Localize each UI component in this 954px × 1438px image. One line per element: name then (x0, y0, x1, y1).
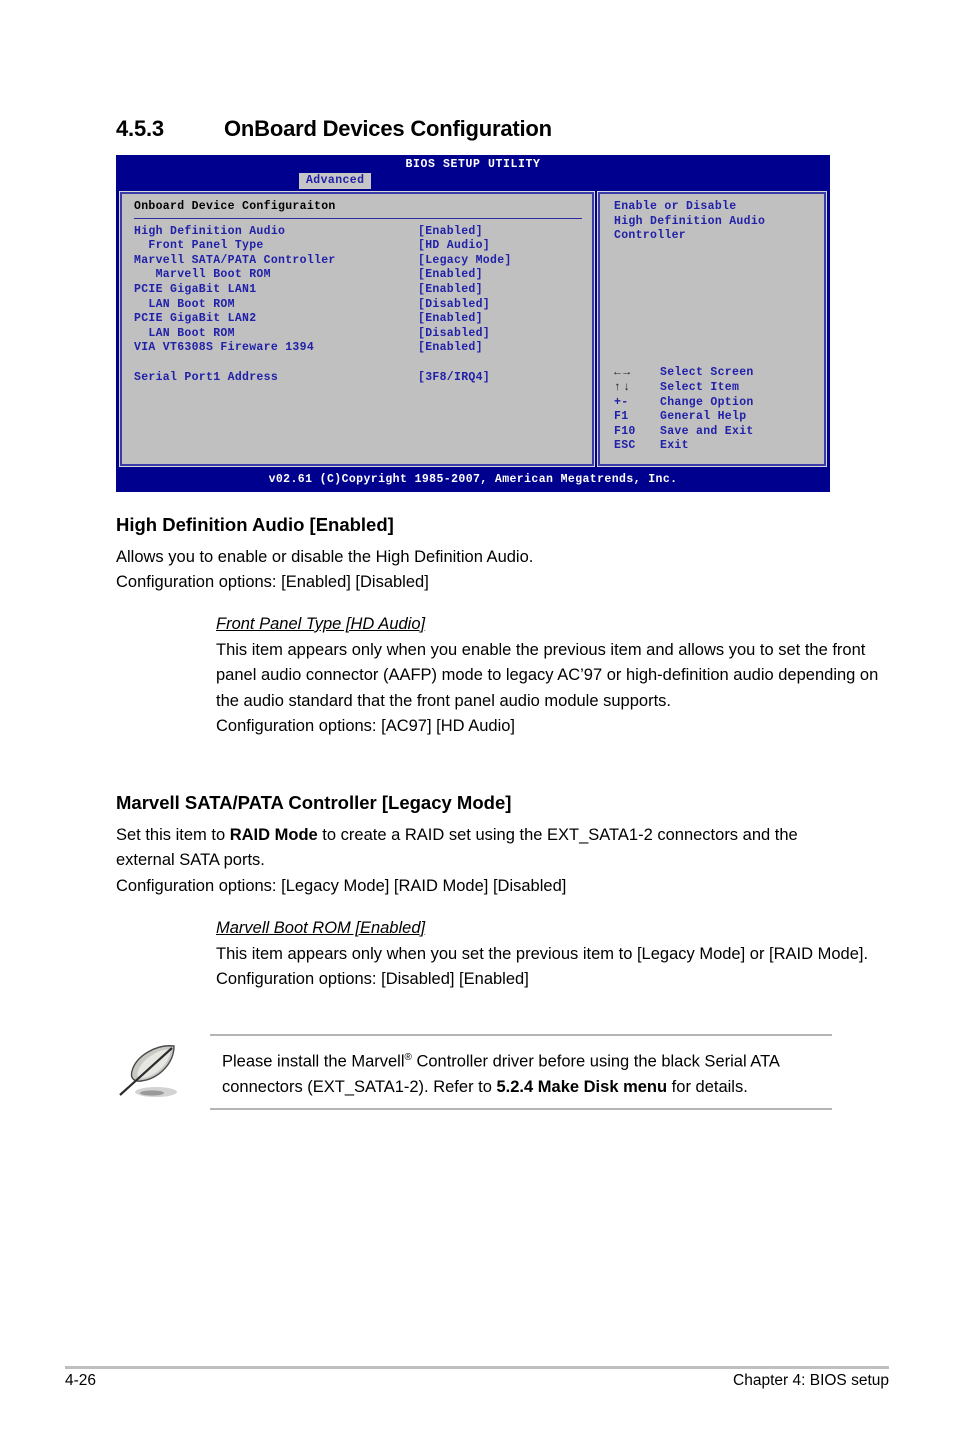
bios-option-label: Serial Port1 Address (134, 370, 279, 384)
bios-option-value: [Enabled] (418, 341, 483, 355)
bios-option-value: [Enabled] (418, 224, 483, 238)
bios-option-row[interactable]: LAN Boot ROM [Disabled] (134, 298, 582, 313)
bios-setup-screenshot: BIOS SETUP UTILITY Advanced Onboard Devi… (116, 155, 830, 492)
bios-option-row[interactable]: Serial Port1 Address [3F8/IRQ4] (134, 371, 582, 386)
marvell-config-options: Configuration options: [Legacy Mode] [RA… (116, 876, 567, 895)
bios-option-value: [3F8/IRQ4] (418, 370, 491, 384)
bios-titlebar: BIOS SETUP UTILITY (116, 155, 830, 173)
bios-option-label: LAN Boot ROM (134, 297, 235, 311)
page-number: 4-26 (65, 1372, 97, 1389)
legend-description: Select Screen (660, 366, 754, 380)
bios-option-row[interactable]: Front Panel Type [HD Audio] (134, 239, 582, 254)
bios-option-row[interactable]: VIA VT6308S Fireware 1394 [Enabled] (134, 341, 582, 356)
heading-marvell-boot-rom: Marvell Boot ROM [Enabled] (216, 919, 426, 937)
marvell-text-pre: Set this item to (116, 825, 230, 844)
legend-key-label: F1 (614, 410, 629, 424)
bios-option-row[interactable]: Marvell SATA/PATA Controller [Legacy Mode… (134, 254, 582, 269)
bios-help-panel: Enable or Disable High Definition Audio … (597, 191, 827, 467)
tab-advanced[interactable]: Advanced (299, 173, 372, 191)
bios-key-legend: ← → Select Screen ↑ ↓ Select Item +- Change Opt… (614, 366, 754, 454)
bios-option-row[interactable]: PCIE GigaBit LAN1 [Enabled] (134, 283, 582, 298)
bios-body: Onboard Device Configuraiton High Defini… (116, 189, 830, 469)
legend-description: Select Item (660, 381, 740, 395)
section-title: OnBoard Devices Configuration (224, 116, 552, 141)
section-marvell-boot-rom: Marvell Boot ROM [Enabled] This item app… (216, 916, 882, 993)
bios-option-row[interactable]: High Definition Audio [Enabled] (134, 225, 582, 240)
bios-options-panel: Onboard Device Configuraiton High Defini… (119, 191, 595, 467)
front-panel-config-options: Configuration options: [AC97] [HD Audio] (216, 717, 516, 735)
panel-divider (134, 217, 582, 219)
legend-row: ← → Select Screen (614, 366, 754, 381)
bios-option-row[interactable]: Marvell Boot ROM [Enabled] (134, 268, 582, 283)
heading-front-panel-type: Front Panel Type [HD Audio] (216, 615, 426, 633)
note-cross-reference: 5.2.4 Make Disk menu (496, 1077, 668, 1096)
bios-option-label: LAN Boot ROM (134, 326, 235, 340)
legend-key-label: +- (614, 395, 629, 409)
page-footer: 4-26 Chapter 4: BIOS setup (65, 1372, 889, 1390)
up-down-arrow-icon: ↑ ↓ (614, 381, 631, 395)
option-spacer (134, 356, 582, 371)
note-callout: Please install the Marvell® Controller d… (116, 1034, 832, 1110)
bios-option-value: [HD Audio] (418, 239, 491, 253)
bios-utility-title: BIOS SETUP UTILITY (405, 158, 541, 171)
legend-description: General Help (660, 410, 747, 424)
bios-option-value: [Enabled] (418, 312, 483, 326)
section-front-panel-type: Front Panel Type [HD Audio] This item ap… (216, 612, 882, 740)
hda-config-options: Configuration options: [Enabled] [Disabl… (116, 573, 429, 591)
bios-option-label: Marvell SATA/PATA Controller (134, 253, 336, 267)
bios-tab-bar: Advanced (116, 173, 830, 191)
note-text-block: Please install the Marvell® Controller d… (210, 1034, 832, 1110)
section-number: 4.5.3 (116, 116, 164, 141)
page-title: 4.5.3 OnBoard Devices Configuration (116, 116, 552, 142)
marvell-boot-rom-config-options: Configuration options: [Disabled] [Enabl… (216, 970, 529, 988)
marvell-raid-mode-bold: RAID Mode (229, 825, 318, 844)
bios-option-value: [Disabled] (418, 326, 491, 340)
legend-key-label: F10 (614, 424, 636, 438)
legend-description: Save and Exit (660, 424, 754, 438)
note-text-pre: Please install the Marvell (222, 1052, 405, 1071)
legend-key-label: ESC (614, 439, 636, 453)
bios-panel-header: Onboard Device Configuraiton (134, 200, 336, 213)
heading-marvell-controller: Marvell SATA/PATA Controller [Legacy Mod… (116, 792, 512, 813)
heading-high-definition-audio: High Definition Audio [Enabled] (116, 514, 394, 535)
marvell-boot-rom-description: This item appears only when you set the … (216, 944, 869, 963)
bios-option-row[interactable]: PCIE GigaBit LAN2 [Enabled] (134, 312, 582, 327)
bios-option-label: Marvell Boot ROM (134, 268, 271, 282)
front-panel-description: This item appears only when you enable t… (216, 640, 879, 710)
bios-option-value: [Enabled] (418, 268, 483, 282)
section-marvell-controller: Marvell SATA/PATA Controller [Legacy Mod… (116, 790, 832, 899)
hda-description: Allows you to enable or disable the High… (116, 547, 534, 566)
bios-help-text: Enable or Disable High Definition Audio … (614, 200, 766, 243)
chapter-label: Chapter 4: BIOS setup (733, 1372, 889, 1389)
bios-option-value: [Legacy Mode] (418, 253, 512, 267)
note-text-end: for details. (667, 1077, 748, 1096)
note-text: Please install the Marvell® Controller d… (222, 1045, 832, 1100)
footer-divider (65, 1366, 889, 1369)
legend-description: Change Option (660, 395, 754, 409)
bios-copyright-footer: v02.61 (C)Copyright 1985-2007, American … (116, 469, 830, 492)
bios-option-label: PCIE GigaBit LAN2 (134, 312, 257, 326)
marvell-description: Set this item to RAID Mode to create a R… (116, 823, 832, 874)
bios-option-value: [Enabled] (418, 282, 483, 296)
section-high-definition-audio: High Definition Audio [Enabled] Allows y… (116, 512, 832, 596)
legend-row: F10 Save and Exit (614, 425, 754, 440)
bios-option-list: High Definition Audio [Enabled] Front Pan… (134, 225, 582, 386)
bios-option-label: PCIE GigaBit LAN1 (134, 282, 257, 296)
legend-row: F1 General Help (614, 410, 754, 425)
legend-row: ESC Exit (614, 439, 754, 454)
bios-option-row[interactable]: LAN Boot ROM [Disabled] (134, 327, 582, 342)
bios-option-label: VIA VT6308S Fireware 1394 (134, 341, 315, 355)
legend-row: +- Change Option (614, 396, 754, 411)
legend-row: ↑ ↓ Select Item (614, 381, 754, 396)
bios-option-value: [Disabled] (418, 297, 491, 311)
registered-mark-icon: ® (404, 1052, 412, 1063)
left-right-arrow-icon: ← → (614, 366, 631, 380)
quill-pen-icon (116, 1034, 210, 1109)
bios-option-label: High Definition Audio (134, 224, 286, 238)
legend-description: Exit (660, 439, 689, 453)
bios-option-label: Front Panel Type (134, 239, 264, 253)
